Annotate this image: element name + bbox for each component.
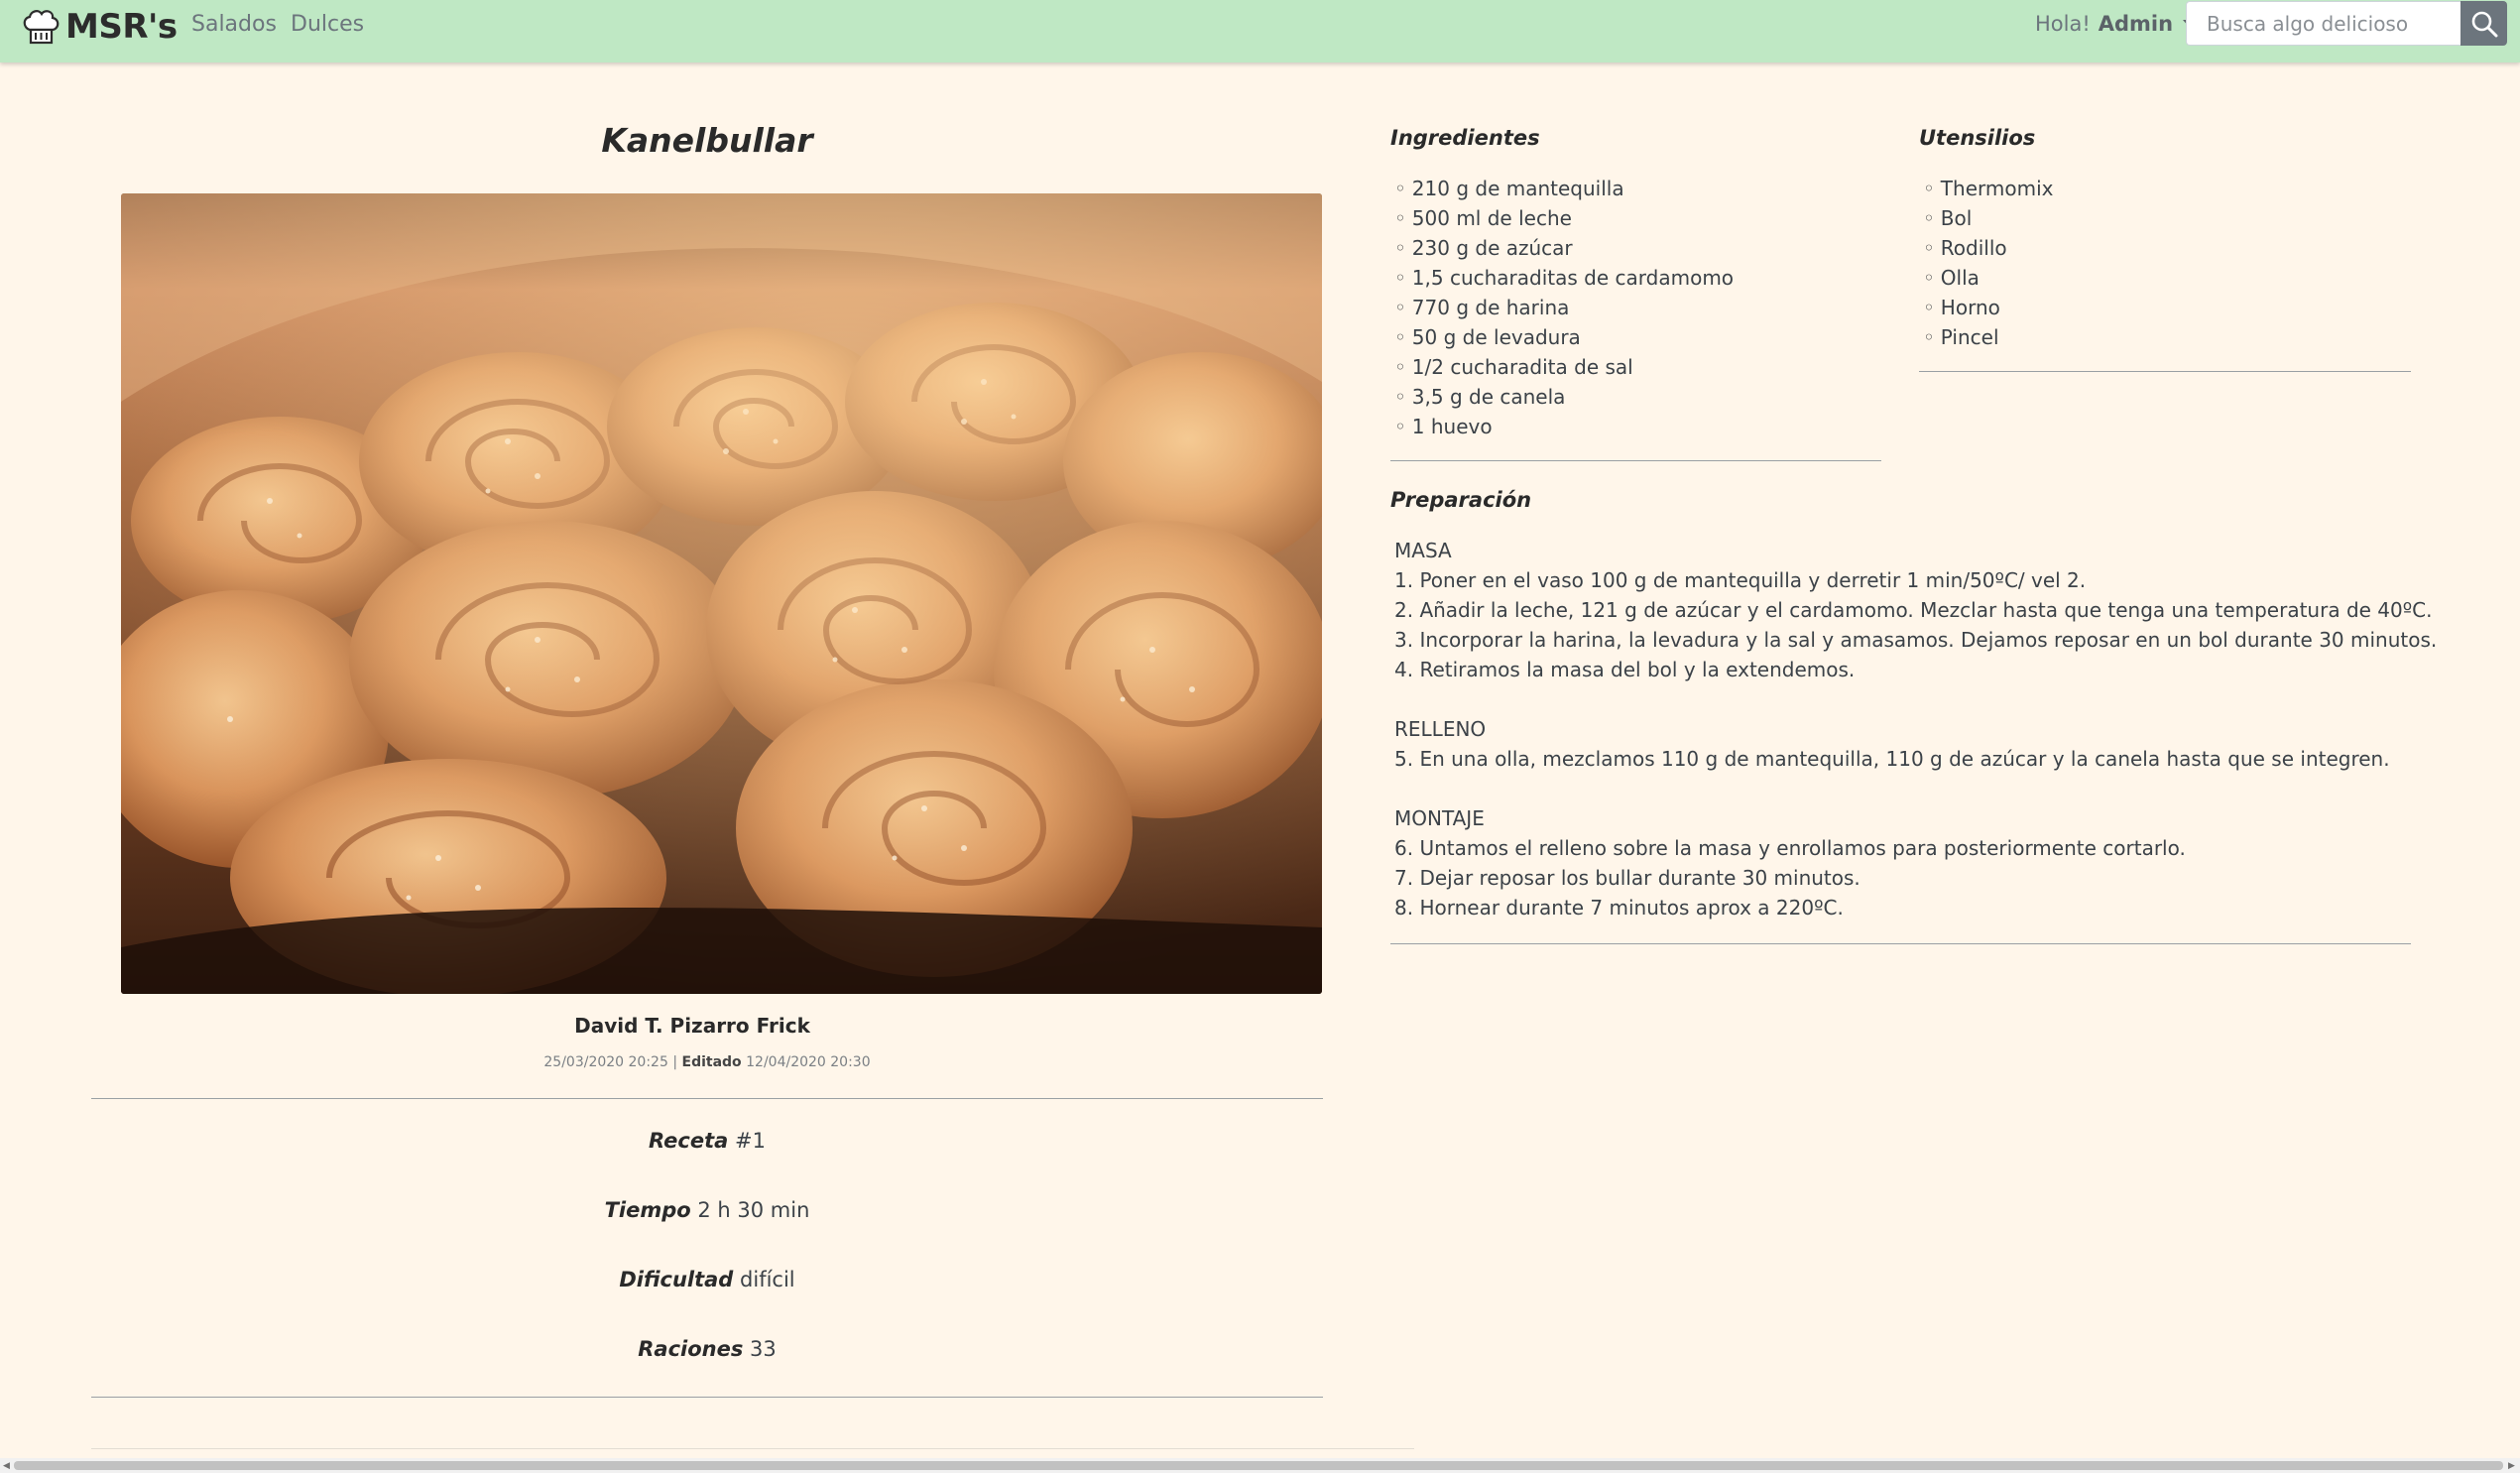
- recipe-author: David T. Pizarro Frick: [574, 1014, 810, 1038]
- date-separator: |: [672, 1054, 678, 1070]
- brand-name: MSR's: [65, 7, 178, 47]
- divider: [1390, 460, 1881, 461]
- meta-label: Raciones: [638, 1337, 744, 1361]
- prep-section-relleno: RELLENO 5. En una olla, mezclamos 110 g …: [1394, 714, 2437, 774]
- ingredient-item: 210 g de mantequilla: [1394, 174, 1734, 203]
- meta-value: #1: [735, 1129, 766, 1153]
- username: Admin: [2098, 12, 2174, 36]
- prep-section-montaje: MONTAJE 6. Untamos el relleno sobre la m…: [1394, 803, 2437, 922]
- utensil-item: Rodillo: [1923, 233, 2053, 263]
- utensil-item: Bol: [1923, 203, 2053, 233]
- preparation-title: Preparación: [1390, 488, 1532, 512]
- prep-section-heading: MASA: [1394, 539, 1452, 562]
- recipe-photo: [121, 193, 1322, 994]
- prep-step: 6. Untamos el relleno sobre la masa y en…: [1394, 836, 2186, 860]
- ingredient-item: 1,5 cucharaditas de cardamomo: [1394, 263, 1734, 293]
- prep-step: 8. Hornear durante 7 minutos aprox a 220…: [1394, 896, 1844, 920]
- ingredient-item: 50 g de levadura: [1394, 322, 1734, 352]
- prep-step: 4. Retiramos la masa del bol y la extend…: [1394, 658, 1856, 681]
- search-button[interactable]: [2460, 1, 2507, 46]
- ingredients-list: 210 g de mantequilla 500 ml de leche 230…: [1394, 174, 1734, 441]
- utensils-list: Thermomix Bol Rodillo Olla Horno Pincel: [1923, 174, 2054, 352]
- prep-step: 5. En una olla, mezclamos 110 g de mante…: [1394, 747, 2390, 771]
- meta-label: Tiempo: [604, 1198, 691, 1222]
- utensil-item: Horno: [1923, 293, 2053, 322]
- utensil-item: Thermomix: [1923, 174, 2054, 203]
- edited-label: Editado: [681, 1054, 742, 1070]
- utensil-item: Olla: [1923, 263, 2053, 293]
- search-input[interactable]: [2186, 1, 2460, 46]
- nav-link-salados[interactable]: Salados: [191, 12, 277, 37]
- edited-date: 12/04/2020 20:30: [746, 1054, 871, 1070]
- greeting-text: Hola!: [2035, 12, 2091, 36]
- divider: [91, 1448, 1414, 1449]
- created-date: 25/03/2020 20:25: [543, 1054, 668, 1070]
- prep-section-masa: MASA 1. Poner en el vaso 100 g de manteq…: [1394, 536, 2437, 684]
- prep-section-heading: RELLENO: [1394, 717, 1487, 741]
- divider: [1390, 943, 2411, 944]
- recipe-title: Kanelbullar: [601, 121, 813, 160]
- prep-section-heading: MONTAJE: [1394, 806, 1485, 830]
- meta-difficulty: Dificultad difícil: [121, 1268, 1293, 1291]
- brand-link[interactable]: MSR's: [20, 2, 178, 52]
- meta-label: Dificultad: [619, 1268, 734, 1291]
- ingredient-item: 230 g de azúcar: [1394, 233, 1734, 263]
- navbar: MSR's Salados Dulces Hola! Admin: [0, 0, 2520, 62]
- ingredients-title: Ingredientes: [1390, 126, 1540, 150]
- prep-step: 7. Dejar reposar los bullar durante 30 m…: [1394, 866, 1860, 890]
- meta-label: Receta: [649, 1129, 729, 1153]
- horizontal-scrollbar[interactable]: ◀ ▶: [0, 1458, 2520, 1473]
- ingredient-item: 500 ml de leche: [1394, 203, 1734, 233]
- preparation-steps: MASA 1. Poner en el vaso 100 g de manteq…: [1394, 536, 2437, 922]
- divider: [1919, 371, 2411, 372]
- prep-step: 1. Poner en el vaso 100 g de mantequilla…: [1394, 568, 2087, 592]
- scroll-left-icon[interactable]: ◀: [3, 1461, 10, 1471]
- meta-value: 33: [750, 1337, 777, 1361]
- utensils-title: Utensilios: [1919, 126, 2036, 150]
- chef-hat-icon: [23, 10, 60, 45]
- ingredient-item: 770 g de harina: [1394, 293, 1734, 322]
- meta-recipe-number: Receta #1: [121, 1129, 1293, 1153]
- user-dropdown[interactable]: Hola! Admin: [2035, 12, 2198, 36]
- meta-value: difícil: [740, 1268, 795, 1291]
- divider: [91, 1397, 1323, 1398]
- prep-step: 3. Incorporar la harina, la levadura y l…: [1394, 628, 2438, 652]
- ingredient-item: 1/2 cucharadita de sal: [1394, 352, 1734, 382]
- nav-link-dulces[interactable]: Dulces: [291, 12, 364, 37]
- scroll-right-icon[interactable]: ▶: [2508, 1461, 2515, 1471]
- ingredient-item: 1 huevo: [1394, 412, 1734, 441]
- divider: [91, 1098, 1323, 1099]
- scrollbar-thumb[interactable]: [14, 1461, 2503, 1470]
- meta-value: 2 h 30 min: [697, 1198, 810, 1222]
- utensil-item: Pincel: [1923, 322, 2053, 352]
- search-icon: [2471, 11, 2497, 37]
- ingredient-item: 3,5 g de canela: [1394, 382, 1734, 412]
- meta-time: Tiempo 2 h 30 min: [121, 1198, 1293, 1222]
- recipe-dates: 25/03/2020 20:25 | Editado 12/04/2020 20…: [121, 1054, 1293, 1070]
- prep-step: 2. Añadir la leche, 121 g de azúcar y el…: [1394, 598, 2433, 622]
- meta-servings: Raciones 33: [121, 1337, 1293, 1361]
